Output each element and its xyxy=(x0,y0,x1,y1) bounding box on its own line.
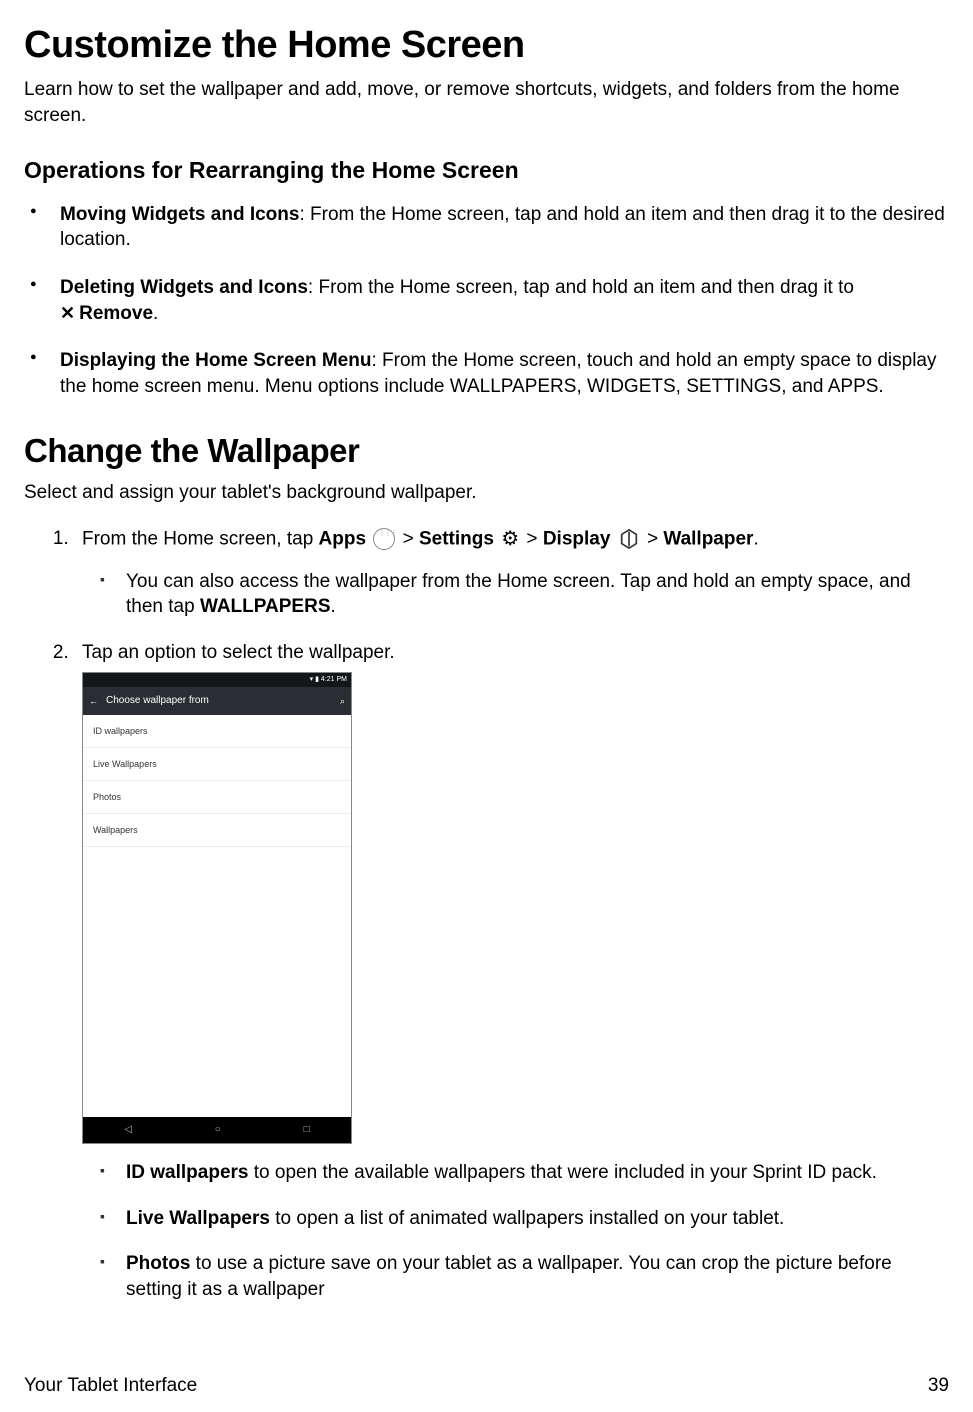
step1-gt1: > xyxy=(397,528,419,549)
footer-section-title: Your Tablet Interface xyxy=(24,1373,197,1399)
bullet-deleting: Deleting Widgets and Icons: From the Hom… xyxy=(54,275,949,326)
option-photos: Photos to use a picture save on your tab… xyxy=(122,1251,949,1302)
nav-home-icon: ○ xyxy=(215,1123,221,1137)
step1-gt3: > xyxy=(642,528,664,549)
option-photos-title: Photos xyxy=(126,1253,190,1274)
step1-sub: You can also access the wallpaper from t… xyxy=(122,569,949,620)
step1-apps-label: Apps xyxy=(319,528,367,549)
footer-page-number: 39 xyxy=(928,1373,949,1399)
device-screenshot: ▾ ▮ 4:21 PM ← Choose wallpaper from ⌕ ID… xyxy=(82,672,352,1145)
bullet-moving: Moving Widgets and Icons: From the Home … xyxy=(54,202,949,253)
device-app-title: Choose wallpaper from xyxy=(106,694,332,708)
bullet-deleting-text-a: : From the Home screen, tap and hold an … xyxy=(308,277,854,298)
device-status-icons: ▾ ▮ xyxy=(310,676,319,683)
bullet-deleting-remove: Remove xyxy=(79,303,153,324)
nav-recent-icon: □ xyxy=(304,1123,310,1137)
device-time: 4:21 PM xyxy=(321,676,347,683)
option-live-title: Live Wallpapers xyxy=(126,1208,270,1229)
step1-wallpaper-label: Wallpaper xyxy=(663,528,753,549)
heading-customize: Customize the Home Screen xyxy=(24,20,949,71)
step-2: Tap an option to select the wallpaper. ▾… xyxy=(74,640,949,1303)
option-id-wallpapers: ID wallpapers to open the available wall… xyxy=(122,1160,949,1186)
search-icon: ⌕ xyxy=(340,695,345,707)
settings-icon: ⚙ xyxy=(501,526,519,553)
option-live-text: to open a list of animated wallpapers in… xyxy=(270,1208,784,1229)
option-id-text: to open the available wallpapers that we… xyxy=(249,1162,877,1183)
bullet-menu-title: Displaying the Home Screen Menu xyxy=(60,350,371,371)
step2-text: Tap an option to select the wallpaper. xyxy=(82,642,395,663)
step1-gt2: > xyxy=(521,528,543,549)
bullet-deleting-text-b: . xyxy=(153,303,158,324)
bullet-moving-title: Moving Widgets and Icons xyxy=(60,204,299,225)
step1-sub-b: WALLPAPERS xyxy=(200,596,331,617)
device-list-item-wallpapers: Wallpapers xyxy=(83,814,351,847)
bullet-menu: Displaying the Home Screen Menu: From th… xyxy=(54,348,949,399)
step1-sub-c: . xyxy=(331,596,336,617)
heading-change-wallpaper: Change the Wallpaper xyxy=(24,429,949,474)
display-icon xyxy=(618,526,640,552)
device-app-bar: ← Choose wallpaper from ⌕ xyxy=(83,687,351,715)
bullet-deleting-title: Deleting Widgets and Icons xyxy=(60,277,308,298)
device-blank-area xyxy=(83,847,351,1117)
option-live-wallpapers: Live Wallpapers to open a list of animat… xyxy=(122,1206,949,1232)
intro-change-wallpaper: Select and assign your tablet's backgrou… xyxy=(24,480,949,506)
device-list-item-photos: Photos xyxy=(83,781,351,814)
step1-display-label: Display xyxy=(543,528,611,549)
apps-icon xyxy=(373,528,395,550)
device-status-bar: ▾ ▮ 4:21 PM xyxy=(83,673,351,687)
step1-settings-label: Settings xyxy=(419,528,494,549)
x-icon: ✕ xyxy=(60,301,75,325)
step-1: From the Home screen, tap Apps > Setting… xyxy=(74,526,949,620)
device-list-item-live-wallpapers: Live Wallpapers xyxy=(83,748,351,781)
intro-customize: Learn how to set the wallpaper and add, … xyxy=(24,77,949,128)
back-icon: ← xyxy=(89,695,98,707)
step1-post: . xyxy=(753,528,758,549)
option-photos-text: to use a picture save on your tablet as … xyxy=(126,1253,892,1300)
step1-pre: From the Home screen, tap xyxy=(82,528,319,549)
device-nav-bar: ◁ ○ □ xyxy=(83,1117,351,1143)
nav-back-icon: ◁ xyxy=(124,1123,132,1137)
heading-operations: Operations for Rearranging the Home Scre… xyxy=(24,155,949,186)
option-id-title: ID wallpapers xyxy=(126,1162,249,1183)
device-list-item-id-wallpapers: ID wallpapers xyxy=(83,715,351,748)
